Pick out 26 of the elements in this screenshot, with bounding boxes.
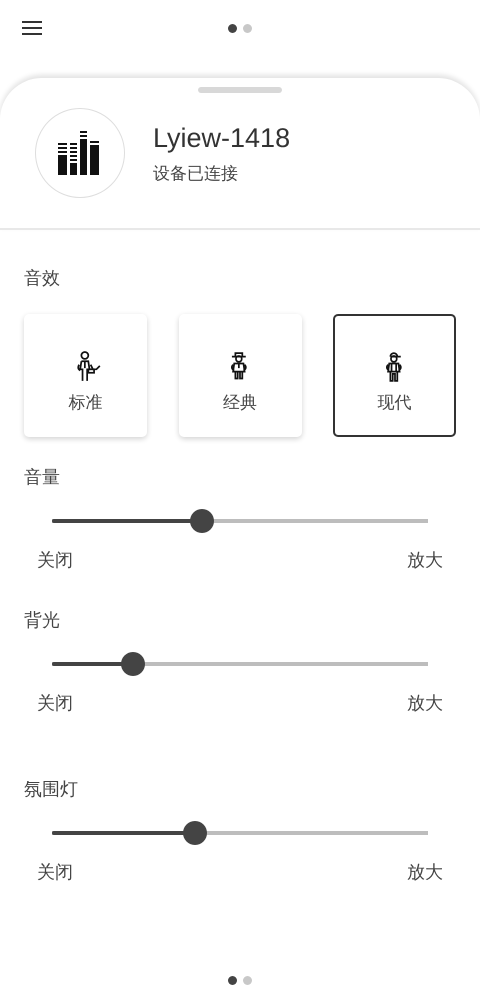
device-name: Lyiew-1418 xyxy=(153,123,290,154)
min-label: 关闭 xyxy=(37,692,73,715)
max-label: 放大 xyxy=(407,861,443,884)
slider-thumb[interactable] xyxy=(182,821,207,845)
menu-button[interactable] xyxy=(22,20,42,37)
slider-title: 氛围灯 xyxy=(24,778,79,801)
slider-title: 音量 xyxy=(24,466,61,489)
page-dot[interactable] xyxy=(228,976,237,985)
equalizer-icon xyxy=(58,131,102,175)
sound-mode-tile[interactable]: 经典 xyxy=(178,314,302,437)
section-title: 音效 xyxy=(24,267,61,290)
sound-mode-tile[interactable]: 现代 xyxy=(333,314,456,437)
drag-handle[interactable] xyxy=(198,87,282,93)
slider-thumb[interactable] xyxy=(120,652,145,676)
page-dot[interactable] xyxy=(228,24,237,32)
sound-mode-tile[interactable]: 标准 xyxy=(24,314,147,437)
slider-thumb[interactable] xyxy=(190,509,214,533)
page-dot[interactable] xyxy=(243,24,252,32)
menu-icon xyxy=(22,20,42,37)
connection-status: 设备已连接 xyxy=(153,163,239,185)
max-label: 放大 xyxy=(407,549,443,572)
min-label: 关闭 xyxy=(37,861,73,884)
max-label: 放大 xyxy=(407,692,443,715)
min-label: 关闭 xyxy=(37,549,73,572)
slider-title: 背光 xyxy=(24,609,61,632)
page-dot[interactable] xyxy=(243,976,252,985)
